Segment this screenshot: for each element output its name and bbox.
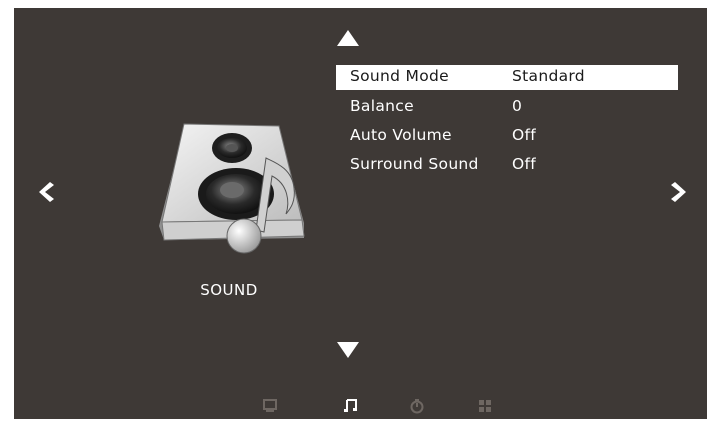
settings-icon[interactable]: [477, 398, 493, 414]
menu-item-value: 0: [512, 97, 523, 115]
bottom-nav: [14, 392, 707, 419]
menu-item-value: Standard: [512, 67, 585, 85]
chevron-left-icon[interactable]: [36, 180, 54, 204]
menu-item-label: Surround Sound: [350, 155, 479, 173]
menu-item-auto-volume[interactable]: Auto Volume Off: [336, 123, 678, 152]
menu-item-sound-mode[interactable]: Sound Mode Standard: [336, 65, 678, 90]
menu-item-label: Balance: [350, 97, 414, 115]
scroll-up-icon[interactable]: [337, 30, 359, 46]
sound-icon[interactable]: [343, 398, 359, 414]
picture-icon[interactable]: [262, 398, 278, 414]
sound-settings-menu: Sound Mode Standard Balance 0 Auto Volum…: [336, 65, 678, 181]
menu-item-value: Off: [512, 155, 537, 173]
menu-item-surround-sound[interactable]: Surround Sound Off: [336, 152, 678, 181]
menu-item-label: Auto Volume: [350, 126, 452, 144]
speaker-music-note-icon: [144, 118, 314, 263]
menu-item-value: Off: [512, 126, 537, 144]
menu-item-balance[interactable]: Balance 0: [336, 94, 678, 123]
chevron-right-icon[interactable]: [671, 180, 689, 204]
timer-icon[interactable]: [409, 398, 425, 414]
section-title: SOUND: [200, 281, 258, 299]
osd-menu-screen: SOUND Sound Mode Standard Balance 0 Auto…: [14, 8, 707, 419]
menu-item-label: Sound Mode: [350, 67, 449, 85]
scroll-down-icon[interactable]: [337, 342, 359, 358]
